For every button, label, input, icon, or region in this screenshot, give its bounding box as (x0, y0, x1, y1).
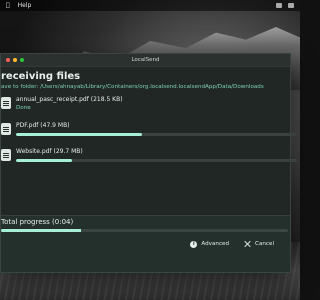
file-icon (1, 123, 11, 135)
receive-content: receiving files ave to folder: /Users/ah… (1, 71, 297, 168)
advanced-label: Advanced (201, 241, 230, 247)
save-folder-line: ave to folder: /Users/ahnayab/Library/Co… (1, 84, 290, 90)
file-icon (1, 149, 11, 161)
cancel-button[interactable]: Cancel (243, 240, 274, 248)
file-item-body: annual_pasc_receipt.pdf (218.5 KB) Done (16, 96, 290, 112)
file-item: annual_pasc_receipt.pdf (218.5 KB) Done (1, 96, 290, 116)
close-icon (243, 240, 251, 248)
info-icon: i (190, 240, 198, 248)
file-title: Website.pdf (29.7 MB) (16, 148, 290, 156)
file-name: annual_pasc_receipt.pdf (16, 96, 89, 103)
file-progress-bar (16, 159, 297, 162)
file-progress-bar (16, 133, 297, 136)
file-item-body: Website.pdf (29.7 MB) (16, 148, 297, 162)
file-list: annual_pasc_receipt.pdf (218.5 KB) Done … (1, 96, 297, 168)
save-folder-label: ave to folder: (1, 84, 41, 90)
total-progress-bar (1, 229, 288, 232)
file-progress-fill (16, 159, 73, 162)
file-item: PDF.pdf (47.9 MB) (1, 122, 297, 142)
file-size: (47.9 MB) (40, 122, 70, 129)
file-progress-fill (16, 133, 143, 136)
total-progress-fill (1, 229, 82, 232)
total-progress-text: Total progress (1, 218, 50, 226)
file-title: annual_pasc_receipt.pdf (218.5 KB) (16, 96, 290, 104)
progress-footer: Total progress (0:04) i Advanced Cancel (1, 215, 290, 272)
file-item-body: PDF.pdf (47.9 MB) (16, 122, 297, 136)
localsend-window: LocalSend receiving files ave to folder:… (0, 53, 297, 273)
apple-menu[interactable]:  (6, 2, 10, 9)
save-folder-path[interactable]: /Users/ahnayab/Library/Containers/org.lo… (40, 84, 264, 90)
cancel-label: Cancel (255, 241, 274, 247)
menu-help[interactable]: Help (18, 2, 32, 9)
file-size: (218.5 KB) (90, 96, 123, 103)
status-icon[interactable] (276, 3, 282, 8)
file-size: (29.7 MB) (53, 148, 83, 155)
file-icon (1, 97, 11, 109)
status-icon[interactable] (288, 3, 294, 8)
window-title: LocalSend (131, 57, 160, 63)
advanced-button[interactable]: i Advanced (190, 240, 230, 248)
file-status: Done (16, 105, 31, 111)
page-title: receiving files (1, 71, 81, 82)
total-progress-time: (0:04) (52, 218, 74, 226)
window-titlebar[interactable]: LocalSend (1, 54, 290, 67)
file-name: PDF.pdf (16, 122, 39, 129)
file-title: PDF.pdf (47.9 MB) (16, 122, 290, 130)
menubar-status-icons (276, 3, 294, 8)
file-name: Website.pdf (16, 148, 52, 155)
menu-bar:  Help (0, 0, 300, 11)
file-item: Website.pdf (29.7 MB) (1, 148, 297, 168)
footer-actions: i Advanced Cancel (190, 240, 274, 248)
total-progress-label: Total progress (0:04) (1, 218, 73, 226)
